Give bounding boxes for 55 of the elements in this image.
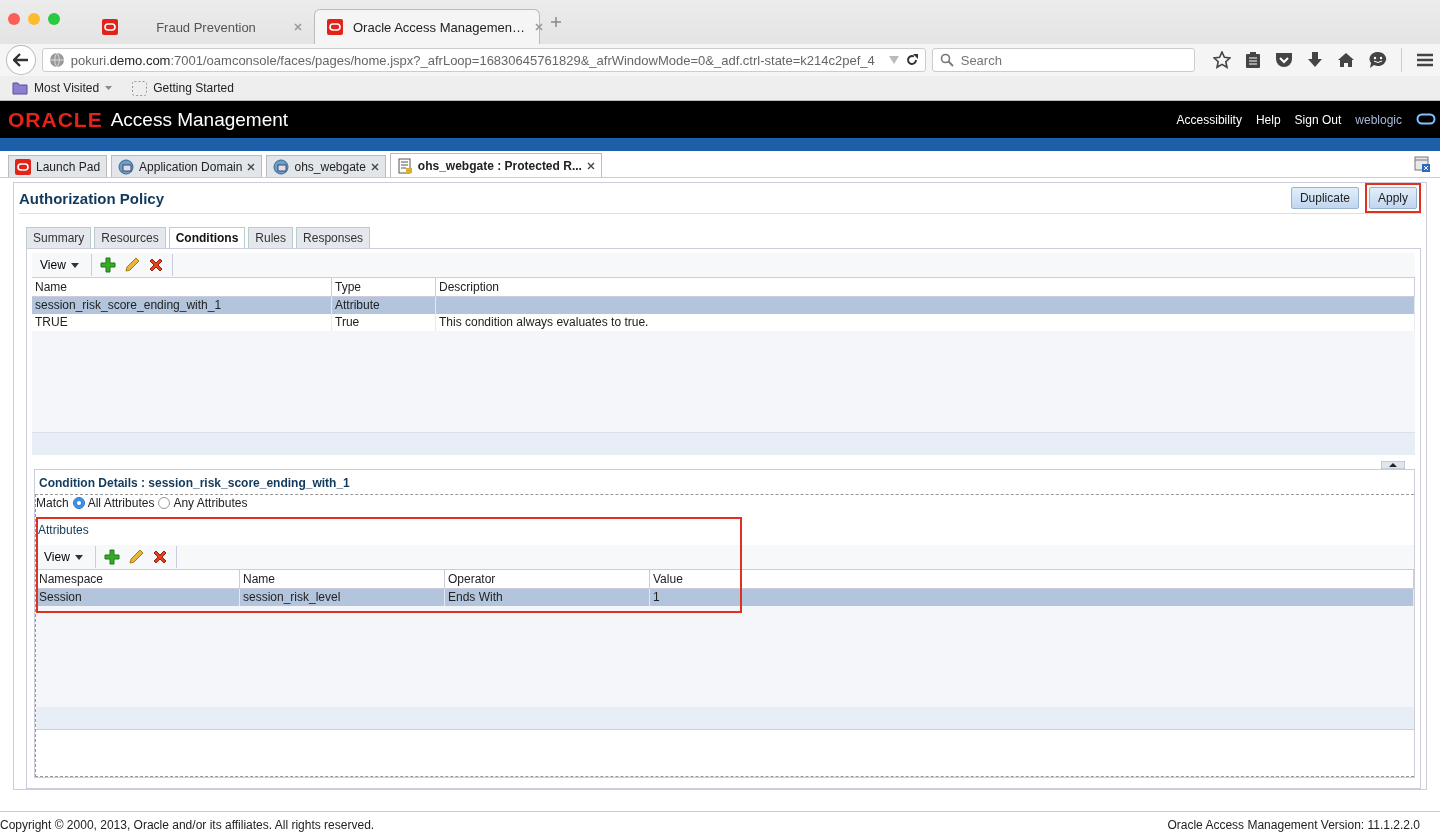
header-link[interactable]: Accessibility	[1176, 112, 1242, 127]
table-row[interactable]: Session session_risk_level Ends With 1	[36, 589, 1414, 606]
browser-tab-title: Oracle Access Managemen…	[353, 19, 525, 35]
header-link[interactable]: Sign Out	[1294, 112, 1342, 127]
copyright-text: Copyright © 2000, 2013, Oracle and/or its affiliates. All rights reserved.	[0, 818, 375, 832]
table-row[interactable]: TRUE True This condition always evaluates to true.	[32, 314, 1415, 331]
view-menu-button[interactable]: View	[36, 256, 83, 274]
page-tab[interactable]: ohs_webgate : Protected R...	[389, 153, 602, 177]
radio-option[interactable]: All Attributes	[72, 496, 155, 510]
table-cell: Attribute	[335, 298, 380, 312]
table-cell: This condition always evaluates to true.	[439, 315, 649, 329]
column-header[interactable]: Operator	[445, 570, 650, 588]
table-cell: session_risk_score_ending_with_1	[35, 298, 222, 312]
header-link[interactable]: Help	[1255, 112, 1281, 127]
search-field[interactable]: Search	[931, 48, 1195, 72]
section-tab[interactable]: Rules	[248, 227, 294, 248]
action-button[interactable]: Apply	[1368, 187, 1417, 209]
table-cell: Ends With	[448, 590, 503, 604]
bookmark-item[interactable]: Most Visited	[12, 81, 113, 95]
section-tab[interactable]: Conditions	[168, 227, 246, 248]
radio-option[interactable]: Any Attributes	[158, 496, 248, 510]
column-header[interactable]: Name	[240, 570, 445, 588]
match-label: Match	[36, 496, 69, 510]
page-tab[interactable]: ohs_webgate	[266, 155, 386, 177]
column-header[interactable]: Name	[32, 278, 332, 296]
table-row[interactable]: session_risk_score_ending_with_1 Attribute	[32, 297, 1415, 314]
oracle-logo: ORACLE	[8, 107, 103, 132]
version-text: Oracle Access Management Version: 11.1.2.2.0	[1167, 818, 1420, 832]
page-tab[interactable]: Application Domain	[111, 155, 263, 177]
section-tab[interactable]: Summary	[26, 227, 92, 248]
action-button[interactable]: Duplicate	[1290, 187, 1359, 209]
section-tab[interactable]: Resources	[94, 227, 166, 248]
view-menu-button[interactable]: View	[40, 548, 87, 566]
browser-tab[interactable]: Fraud Prevention	[90, 10, 314, 44]
details-title: Condition Details : session_risk_score_ending_with_1	[39, 476, 351, 490]
browser-tab[interactable]: Oracle Access Managemen…	[314, 9, 540, 44]
table-cell: True	[335, 315, 360, 329]
panel-title: Authorization Policy	[19, 189, 164, 207]
browser-tab-title: Fraud Prevention	[155, 19, 257, 35]
column-header[interactable]: Namespace	[36, 570, 240, 588]
table-cell: 1	[653, 590, 660, 604]
attributes-label: Attributes	[38, 523, 89, 537]
table-cell: Session	[39, 590, 82, 604]
bookmark-item[interactable]: Getting Started	[132, 80, 234, 96]
url-text: pokuri.demo.com:7001/oamconsole/faces/pages/home.jspx?_afrLoop=16830645761829&_afrWindowMode=0&_adf.ctrl-state=k214c2pef_4	[70, 52, 876, 68]
app-title: Access Management	[110, 108, 289, 131]
section-tab[interactable]: Responses	[296, 227, 371, 248]
table-cell: TRUE	[35, 315, 68, 329]
address-field[interactable]: pokuri.demo.com:7001/oamconsole/faces/pages/home.jspx?_afrLoop=16830645761829&_afrWindowMode=0&_adf.ctrl-state=k214c2pef_4	[41, 48, 926, 72]
column-header[interactable]: Description	[436, 278, 1415, 296]
table-cell: session_risk_level	[243, 590, 341, 604]
user-name: weblogic	[1355, 112, 1402, 127]
page-tab[interactable]: Launch Pad	[8, 155, 108, 177]
column-header[interactable]: Value	[650, 570, 1414, 588]
column-header[interactable]: Type	[332, 278, 436, 296]
